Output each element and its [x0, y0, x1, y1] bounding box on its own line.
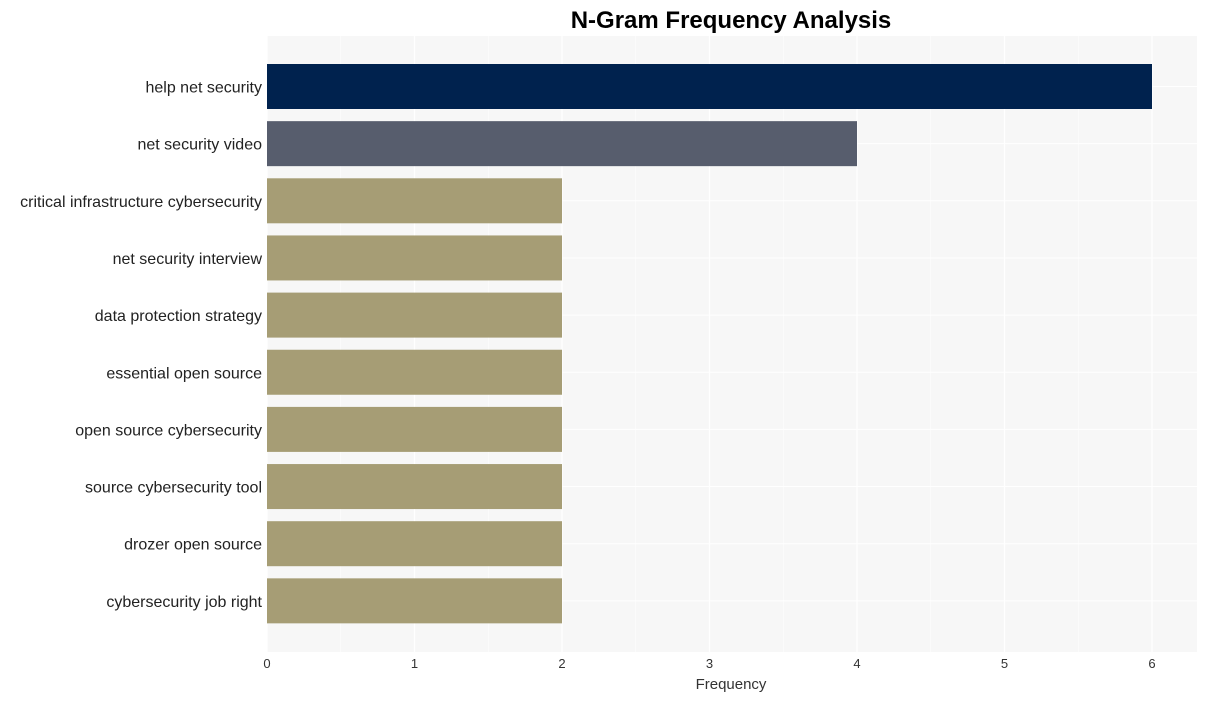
bar-help-net-security — [267, 64, 1152, 109]
y-tick-label: net security interview — [113, 251, 263, 268]
x-tick-label: 3 — [706, 656, 713, 671]
x-tick-label: 0 — [263, 656, 270, 671]
chart-title: N-Gram Frequency Analysis — [571, 7, 892, 34]
x-axis-ticks: 0 1 2 3 4 5 6 — [263, 656, 1155, 671]
x-tick-label: 6 — [1148, 656, 1155, 671]
x-tick-label: 2 — [558, 656, 565, 671]
y-tick-label: source cybersecurity tool — [85, 480, 262, 497]
bar-net-security-interview — [267, 235, 562, 281]
y-tick-label: drozer open source — [124, 537, 262, 554]
bar-critical-infrastructure-cybersecurity — [267, 178, 562, 224]
ngram-bar-chart: N-Gram Frequency Analysis help net secur… — [20, 7, 1197, 693]
bar-net-security-video — [267, 121, 857, 167]
bar-open-source-cybersecurity — [267, 406, 562, 452]
y-tick-label: net security video — [137, 137, 262, 154]
y-tick-label: open source cybersecurity — [75, 422, 262, 439]
bar-source-cybersecurity-tool — [267, 464, 562, 510]
bar-data-protection-strategy — [267, 292, 562, 338]
bar-drozer-open-source — [267, 521, 562, 567]
x-tick-label: 1 — [411, 656, 418, 671]
y-tick-label: help net security — [145, 80, 262, 97]
y-tick-label: cybersecurity job right — [106, 594, 262, 611]
bar-cybersecurity-job-right — [267, 578, 562, 624]
y-tick-label: critical infrastructure cybersecurity — [20, 194, 262, 211]
y-tick-label: essential open source — [106, 365, 262, 382]
bar-essential-open-source — [267, 349, 562, 395]
x-tick-label: 5 — [1001, 656, 1008, 671]
y-tick-label: data protection strategy — [95, 308, 262, 325]
y-axis-labels: help net security net security video criti… — [20, 80, 262, 611]
x-axis-label: Frequency — [696, 676, 767, 693]
x-tick-label: 4 — [853, 656, 860, 671]
